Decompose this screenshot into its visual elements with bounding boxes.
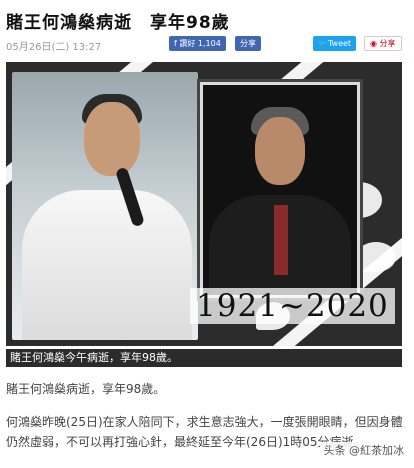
article-title: 賭王何鴻燊病逝 享年98歲 (6, 13, 230, 33)
share-button[interactable]: ◉ 分享 (364, 36, 402, 51)
photo-singing (12, 72, 198, 340)
face (255, 117, 305, 185)
tweet-label: Tweet (327, 39, 352, 48)
publish-date: 05月26日(二) 13:27 (6, 42, 102, 53)
share-label: 分享 (379, 39, 396, 48)
white-jacket (22, 190, 192, 340)
image-caption: 賭王何鴻燊今午病逝，享年98歲。 (6, 349, 402, 367)
face (84, 102, 140, 176)
twitter-icon: 🐦 (318, 39, 328, 48)
years-label: 1921~2020 (190, 288, 395, 324)
facebook-like-button[interactable]: f 讚好 1,104 (169, 36, 226, 51)
facebook-like-label: 讚好 1,104 (179, 39, 221, 48)
article-page: 賭王何鴻燊病逝 享年98歲 05月26日(二) 13:27 f 讚好 1,104… (0, 0, 414, 468)
portrait-frame (200, 82, 360, 298)
meta-bar: 05月26日(二) 13:27 f 讚好 1,104 分享 🐦Tweet ◉ 分… (6, 36, 408, 54)
lily-flower (356, 242, 396, 272)
facebook-share-button[interactable]: 分享 (235, 36, 261, 51)
watermark: 头条 @紅茶加冰 (319, 442, 408, 458)
tweet-button[interactable]: 🐦Tweet (313, 36, 357, 51)
hero-image[interactable]: 1921~2020 (6, 62, 402, 346)
tie (274, 205, 288, 275)
lead-paragraph: 賭王何鴻燊病逝，享年98歲。 (6, 382, 166, 396)
eye-icon: ◉ (370, 39, 380, 48)
